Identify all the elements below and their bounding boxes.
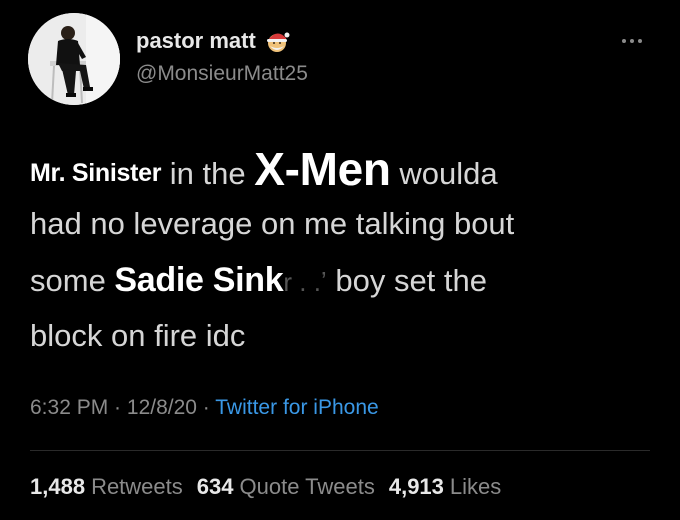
obscured-text: r . .ʼ xyxy=(283,267,327,297)
caption-overlay-sinister: Mr. Sinister xyxy=(30,159,162,187)
likes-label: Likes xyxy=(449,474,502,499)
retweets-label: Retweets xyxy=(91,474,183,499)
quote-tweets-stat[interactable]: 634 Quote Tweets xyxy=(197,474,375,500)
caption-overlay-sadie: Sadie Sink xyxy=(114,261,284,299)
tweet-card: pastor matt @MonsieurMatt25 Mr. Sinister… xyxy=(0,0,680,520)
avatar[interactable] xyxy=(28,13,120,105)
tweet-date[interactable]: 12/8/20 xyxy=(127,396,197,419)
tweet-time[interactable]: 6:32 PM xyxy=(30,396,108,419)
tweet-line-3: some Sadie Sinkr . .ʼ boy set the xyxy=(30,252,660,308)
tweet-text-segment: boy set the xyxy=(326,263,488,298)
more-options-icon[interactable] xyxy=(622,39,642,43)
likes-stat[interactable]: 4,913 Likes xyxy=(389,474,501,500)
tweet-text-segment: in the xyxy=(161,156,255,191)
tweet-text: Mr. Sinister in the X-Men woulda had no … xyxy=(30,140,660,364)
quote-tweets-label: Quote Tweets xyxy=(239,474,375,499)
divider xyxy=(30,450,650,451)
tweet-meta: 6:32 PM · 12/8/20 · Twitter for iPhone xyxy=(30,396,379,420)
quote-tweets-count: 634 xyxy=(196,474,234,499)
tweet-line-1: Mr. Sinister in the X-Men woulda xyxy=(30,140,660,196)
meta-separator: · xyxy=(108,396,127,419)
tweet-text-segment: woulda xyxy=(390,156,498,191)
tweet-source-link[interactable]: Twitter for iPhone xyxy=(215,396,378,419)
caption-overlay-xmen: X-Men xyxy=(254,143,391,195)
tweet-line-4: block on fire idc xyxy=(30,308,660,364)
user-handle[interactable]: @MonsieurMatt25 xyxy=(136,62,308,86)
profile-photo-icon xyxy=(28,13,120,105)
likes-count: 4,913 xyxy=(388,474,444,499)
meta-separator: · xyxy=(196,396,216,419)
tweet-stats: 1,488 Retweets 634 Quote Tweets 4,913 Likes xyxy=(30,474,501,500)
display-name[interactable]: pastor matt xyxy=(136,28,290,54)
retweets-count: 1,488 xyxy=(30,474,86,499)
retweets-stat[interactable]: 1,488 Retweets xyxy=(30,474,183,500)
display-name-text: pastor matt xyxy=(136,28,256,53)
santa-face-emoji-icon xyxy=(266,32,290,52)
tweet-text-segment: block on fire idc xyxy=(30,318,246,353)
tweet-text-segment: had no leverage on me talking bout xyxy=(30,206,515,241)
tweet-line-2: had no leverage on me talking bout xyxy=(30,196,660,252)
tweet-text-segment: some xyxy=(30,263,115,298)
